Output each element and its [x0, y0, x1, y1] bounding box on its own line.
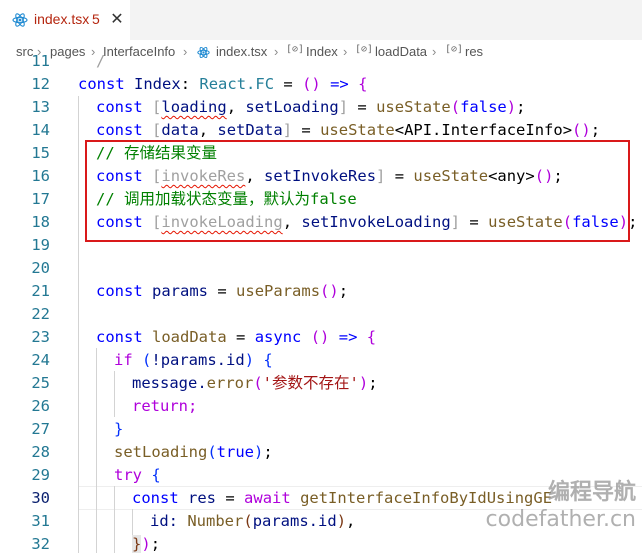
line-number: 16: [31, 167, 50, 185]
line-number: 28: [31, 443, 50, 461]
code-line-26: return;: [132, 397, 198, 415]
line-number-active: 30: [31, 489, 50, 507]
line-number: 22: [31, 305, 50, 323]
line-number: 11: [31, 52, 50, 70]
line-number: 18: [31, 213, 50, 231]
indent-guide: [114, 371, 115, 417]
code-line-29: try {: [114, 466, 161, 484]
editor-tab-bar: index.tsx 5 ✕: [0, 0, 642, 40]
code-line-14: const [data, setData] = useState<API.Int…: [96, 121, 601, 139]
line-number: 32: [31, 535, 50, 553]
variable-symbol-icon: [⊘]: [355, 44, 374, 55]
code-line-21: const params = useParams();: [96, 282, 349, 300]
line-number: 29: [31, 466, 50, 484]
code-line-31: id: Number(params.id),: [150, 512, 356, 530]
breadcrumb-file[interactable]: index.tsx: [216, 44, 267, 59]
breadcrumb-separator: ›: [91, 44, 96, 59]
breadcrumb-loaddata[interactable]: loadData: [375, 44, 427, 59]
variable-symbol-icon: [⊘]: [445, 44, 464, 55]
indent-guide: [78, 96, 79, 553]
breadcrumb-separator: ›: [432, 44, 437, 59]
line-number: 31: [31, 512, 50, 530]
react-icon: [197, 46, 210, 59]
indent-guide: [114, 486, 115, 553]
indent-guide: [96, 348, 97, 553]
breadcrumb-separator: ›: [343, 44, 348, 59]
problem-count-badge: 5: [92, 11, 100, 27]
watermark-title: 编程导航: [547, 480, 636, 505]
code-line-27: }: [114, 420, 124, 438]
line-number: 12: [31, 75, 50, 93]
code-line-24: if (!params.id) {: [114, 351, 273, 369]
line-number: 13: [31, 98, 50, 116]
variable-symbol-icon: [⊘]: [286, 44, 305, 55]
line-number: 15: [31, 144, 50, 162]
watermark-url: codefather.cn: [485, 507, 636, 532]
code-line-13: const [loading, setLoading] = useState(f…: [96, 98, 526, 116]
tab-label: index.tsx: [34, 11, 90, 27]
line-number: 24: [31, 351, 50, 369]
code-line-28: setLoading(true);: [114, 443, 273, 461]
code-line-12: const Index: React.FC = () => {: [78, 75, 368, 93]
breadcrumb-interfaceinfo[interactable]: InterfaceInfo: [103, 44, 175, 59]
line-number: 25: [31, 374, 50, 392]
code-line-25: message.error('参数不存在');: [132, 374, 378, 392]
watermark: 编程导航 codefather.cn: [486, 480, 636, 534]
line-number: 21: [31, 282, 50, 300]
breadcrumb-pages[interactable]: pages: [50, 44, 85, 59]
breadcrumb-separator: ›: [183, 44, 188, 59]
code-line-11: /: [96, 52, 106, 70]
line-number: 23: [31, 328, 50, 346]
close-icon[interactable]: ✕: [108, 9, 126, 29]
code-line-32: });: [132, 535, 161, 553]
line-number: 19: [31, 236, 50, 254]
line-number: 14: [31, 121, 50, 139]
line-number: 26: [31, 397, 50, 415]
breadcrumb-res[interactable]: res: [465, 44, 483, 59]
highlight-annotation-box: [85, 140, 630, 242]
breadcrumb-separator: ›: [274, 44, 279, 59]
breadcrumb-index[interactable]: Index: [306, 44, 338, 59]
line-number: 20: [31, 259, 50, 277]
line-number: 27: [31, 420, 50, 438]
code-line-23: const loadData = async () => {: [96, 328, 377, 346]
react-icon: [12, 13, 28, 27]
tab-index-tsx[interactable]: index.tsx 5 ✕: [0, 0, 130, 40]
line-number: 17: [31, 190, 50, 208]
